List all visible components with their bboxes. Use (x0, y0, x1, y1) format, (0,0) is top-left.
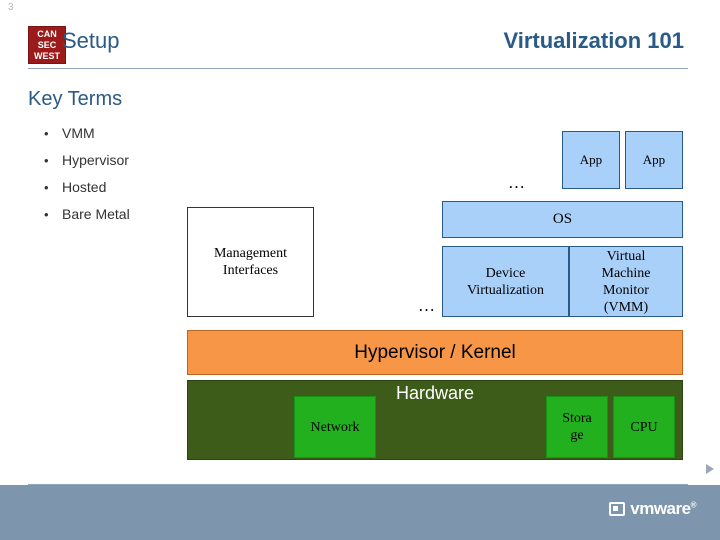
app-box-2: App (625, 131, 683, 189)
vmware-registered-mark: ® (690, 500, 697, 510)
hardware-label: Hardware (395, 383, 475, 403)
app-box-2-label: App (642, 152, 666, 167)
next-slide-arrow-icon[interactable] (706, 464, 714, 474)
vmware-mark-icon (609, 502, 626, 516)
slide-footer: vmware® (0, 485, 720, 540)
vmm-label: Virtual Machine Monitor (VMM) (601, 248, 651, 315)
vmware-brand-text: vmware (630, 499, 691, 518)
logo-line-1: CAN (37, 29, 57, 39)
cansecwest-logo: CAN SEC WEST (28, 26, 66, 64)
management-ellipsis: … (418, 296, 435, 315)
header-divider (28, 68, 688, 69)
list-item: Hosted (40, 174, 130, 201)
os-box-label: OS (552, 211, 573, 227)
cpu-box: CPU (613, 396, 675, 458)
management-interfaces-box: Management Interfaces (187, 207, 314, 317)
device-virtualization-box: Device Virtualization (442, 246, 569, 317)
storage-label: Stora ge (562, 411, 592, 443)
storage-box: Stora ge (546, 396, 608, 458)
deck-title: Virtualization 101 (503, 28, 684, 53)
key-terms-list: VMM Hypervisor Hosted Bare Metal (40, 120, 130, 228)
hardware-box: Hardware (187, 380, 683, 460)
app-box-1-label: App (579, 152, 603, 167)
os-box: OS (442, 201, 683, 238)
cpu-label: CPU (630, 419, 658, 435)
hypervisor-kernel-label: Hypervisor / Kernel (354, 341, 516, 363)
list-item: VMM (40, 120, 130, 147)
device-virtualization-label: Device Virtualization (467, 265, 544, 298)
network-label: Network (310, 419, 360, 435)
vmware-wordmark: vmware® (630, 499, 696, 519)
key-terms-heading: Key Terms (28, 88, 123, 110)
logo-line-3: WEST (34, 51, 60, 61)
page-title: Setup (62, 28, 120, 53)
slide-header: CAN SEC WEST Setup Virtualization 101 (0, 20, 720, 72)
management-interfaces-label: Management Interfaces (213, 246, 288, 278)
list-item: Bare Metal (40, 201, 130, 228)
slide-number: 3 (8, 2, 14, 13)
network-box: Network (294, 396, 376, 458)
app-box-1: App (562, 131, 620, 189)
hypervisor-kernel-box: Hypervisor / Kernel (187, 330, 683, 375)
logo-line-2: SEC (37, 40, 57, 50)
list-item: Hypervisor (40, 147, 130, 174)
vmware-logo: vmware® (609, 499, 697, 519)
architecture-diagram: App App … OS Management Interfaces … Dev… (0, 0, 720, 540)
vmm-box: Virtual Machine Monitor (VMM) (569, 246, 683, 317)
apps-ellipsis: … (508, 173, 525, 192)
